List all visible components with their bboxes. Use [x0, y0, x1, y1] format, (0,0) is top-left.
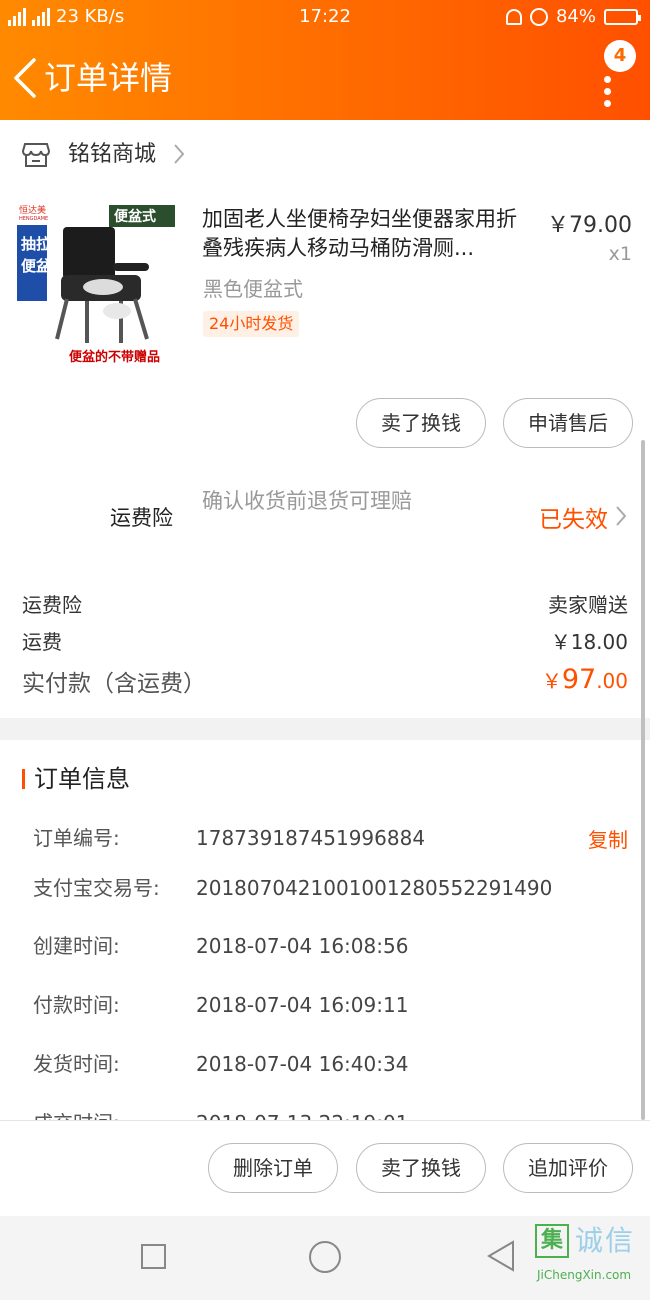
message-badge: 4: [604, 40, 636, 72]
shipped-time-label: 发货时间:: [33, 1052, 120, 1076]
shipped-time-value: 2018-07-04 16:40:34: [196, 1052, 409, 1076]
section-divider: [0, 718, 650, 740]
total-value: ￥97.00: [542, 664, 628, 695]
alipay-trade-label: 支付宝交易号:: [33, 876, 160, 900]
paid-time-label: 付款时间:: [33, 993, 120, 1017]
shipping-tag: 24小时发货: [203, 311, 300, 337]
watermark-name: 诚信: [575, 1224, 636, 1257]
total-decimal: .00: [596, 669, 628, 693]
insurance-label: 运费险: [110, 506, 173, 530]
product-title[interactable]: 加固老人坐便椅孕妇坐便器家用折叠残疾病人移动马桶防滑厕...: [202, 205, 532, 263]
sell-button[interactable]: 卖了换钱: [356, 398, 486, 448]
insurance-status: 已失效: [539, 507, 608, 533]
fee-total-row: 实付款（含运费） ￥97.00: [22, 664, 628, 698]
status-right: 84%: [505, 6, 641, 27]
more-button[interactable]: [596, 66, 620, 116]
dot: [604, 76, 611, 83]
page-title: 订单详情: [44, 59, 173, 97]
dot: [604, 100, 611, 107]
svg-text:恒达美: 恒达美: [19, 204, 46, 216]
shop-name: 铭铭商城: [68, 142, 157, 167]
status-bar: 23 KB/s 17:22 84%: [0, 0, 650, 34]
bell-mute-icon: [505, 8, 522, 25]
home-button[interactable]: [309, 1241, 341, 1273]
product-sku: 黑色便盆式: [203, 277, 303, 301]
fee-insurance-value: 卖家赠送: [548, 593, 628, 617]
watermark-url: JiChengXin.com: [537, 1268, 632, 1282]
note-text: 便盆的不带赠品: [69, 349, 160, 365]
add-review-button[interactable]: 追加评价: [503, 1143, 633, 1193]
chevron-right-icon: [616, 506, 627, 526]
chevron-left-icon: [14, 58, 36, 98]
store-icon: [22, 143, 50, 167]
brand-text: HENGDAME: [19, 216, 48, 222]
battery-icon: [604, 8, 641, 25]
product-item[interactable]: 恒达美 HENGDAME 抽拉 便盆 便盆式 便盆的不带赠品 加固老人坐便椅孕妇…: [0, 195, 650, 385]
product-price: ￥79.00: [547, 213, 632, 238]
total-integer: 97: [561, 664, 597, 695]
fee-insurance-row: 运费险 卖家赠送: [22, 589, 628, 618]
watermark-logo: 集: [535, 1224, 569, 1258]
alarm-lock-icon: [529, 7, 548, 26]
alipay-trade-value: 2018070421001001280552291490: [196, 876, 553, 900]
back-nav-button[interactable]: [486, 1240, 516, 1272]
back-button[interactable]: [12, 56, 38, 100]
fee-shipping-label: 运费: [22, 630, 62, 654]
svg-text:便盆: 便盆: [21, 257, 52, 275]
order-number-label: 订单编号:: [33, 826, 120, 850]
product-quantity: x1: [608, 243, 632, 265]
fee-insurance-label: 运费险: [22, 593, 82, 617]
corner-text: 便盆式: [114, 208, 156, 225]
order-info-title: 订单信息: [22, 764, 130, 794]
bottom-action-bar: 删除订单 卖了换钱 追加评价: [0, 1120, 650, 1216]
total-currency: ￥: [541, 669, 562, 693]
chevron-right-icon: [174, 144, 185, 164]
after-sale-button[interactable]: 申请售后: [503, 398, 633, 448]
total-label: 实付款（含运费）: [22, 671, 206, 697]
header: 23 KB/s 17:22 84% 订单详情 4: [0, 0, 650, 120]
created-time-value: 2018-07-04 16:08:56: [196, 934, 409, 958]
order-detail-page: 23 KB/s 17:22 84% 订单详情 4 铭铭商城 恒达美 HENGDA…: [0, 0, 650, 1300]
delete-order-button[interactable]: 删除订单: [208, 1143, 338, 1193]
battery-percent: 84%: [555, 6, 596, 27]
recents-button[interactable]: [141, 1244, 166, 1269]
dot: [604, 88, 611, 95]
shop-row[interactable]: 铭铭商城: [0, 120, 650, 190]
svg-text:抽拉: 抽拉: [21, 235, 51, 253]
created-time-label: 创建时间:: [33, 934, 120, 958]
nav-bar: 订单详情: [0, 44, 650, 114]
product-image[interactable]: 恒达美 HENGDAME 抽拉 便盆 便盆式 便盆的不带赠品: [17, 203, 181, 367]
scrollbar[interactable]: [641, 440, 645, 1120]
paid-time-value: 2018-07-04 16:09:11: [196, 993, 409, 1017]
order-number-value: 178739187451996884: [196, 826, 426, 850]
fee-shipping-row: 运费 ￥18.00: [22, 626, 628, 655]
watermark: 集 诚信 JiChengXin.com: [535, 1224, 645, 1294]
fee-shipping-value: ￥18.00: [550, 630, 628, 654]
sell-again-button[interactable]: 卖了换钱: [356, 1143, 486, 1193]
system-nav-bar: 集 诚信 JiChengXin.com: [0, 1216, 650, 1300]
copy-button[interactable]: 复制: [588, 824, 628, 853]
insurance-desc: 确认收货前退货可理赔: [202, 489, 412, 513]
